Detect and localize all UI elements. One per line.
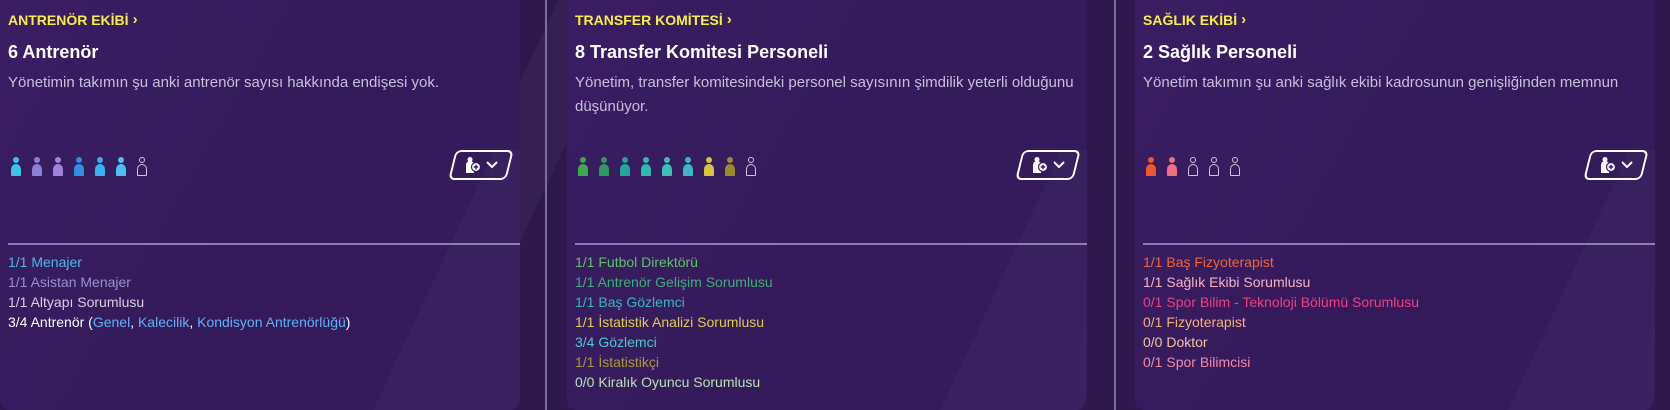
empty-staff-slot-icon[interactable] xyxy=(1229,157,1241,179)
role-label: 0/0 Doktor xyxy=(1143,334,1208,350)
role-label: 1/1 Baş Gözlemci xyxy=(575,294,685,310)
role-row: 1/1 Asistan Menajer xyxy=(8,272,350,292)
staff-member-icon[interactable] xyxy=(52,157,64,179)
staff-member-icon[interactable] xyxy=(619,157,631,179)
staff-member-icon[interactable] xyxy=(115,157,127,179)
role-label: 1/1 Antrenör Gelişim Sorumlusu xyxy=(575,274,773,290)
closing-paren: ) xyxy=(345,314,351,330)
staff-icons xyxy=(10,157,148,179)
board-comment: Yönetimin takımın şu anki antrenör sayıs… xyxy=(8,74,440,91)
role-row: 1/1 Baş Gözlemci xyxy=(575,292,773,312)
role-row: 0/0 Doktor xyxy=(1143,332,1419,352)
staff-member-icon[interactable] xyxy=(1145,157,1157,179)
separator-comma: , xyxy=(130,314,138,330)
role-row: 1/1 İstatistik Analizi Sorumlusu xyxy=(575,312,773,332)
coaching-staff-panel: ANTRENÖR EKİBİ › 6 Antrenör Yönetimin ta… xyxy=(0,0,520,410)
role-label: 1/1 İstatistik Analizi Sorumlusu xyxy=(575,314,765,330)
role-label: 1/1 Asistan Menajer xyxy=(8,274,131,290)
empty-staff-slot-icon[interactable] xyxy=(136,157,148,179)
panel-header-link[interactable]: TRANSFER KOMİTESİ › xyxy=(575,12,1079,28)
staff-count: 6 Antrenör xyxy=(8,42,99,62)
staff-member-icon[interactable] xyxy=(703,157,715,179)
coach-type-link[interactable]: Kondisyon Antrenörlüğü xyxy=(197,314,346,330)
empty-staff-slot-icon[interactable] xyxy=(745,157,757,179)
staff-member-icon[interactable] xyxy=(31,157,43,179)
role-label: 1/1 Baş Fizyoterapist xyxy=(1143,254,1274,270)
role-row: 1/1 Futbol Direktörü xyxy=(575,252,773,272)
chevron-right-icon: › xyxy=(726,11,732,28)
staff-icons xyxy=(1145,157,1241,179)
staff-member-icon[interactable] xyxy=(724,157,736,179)
separator-comma: , xyxy=(189,314,198,330)
staff-member-icon[interactable] xyxy=(598,157,610,179)
chevron-down-icon xyxy=(1053,161,1065,169)
role-label: 0/1 Fizyoterapist xyxy=(1143,314,1246,330)
board-comment: Yönetim takımın şu anki sağlık ekibi kad… xyxy=(1143,74,1619,91)
coach-type-link[interactable]: Genel xyxy=(93,314,130,330)
staff-member-icon[interactable] xyxy=(661,157,673,179)
separator-line xyxy=(8,243,520,245)
role-label: 3/4 Gözlemci xyxy=(575,334,657,350)
role-row: 1/1 Menajer xyxy=(8,252,350,272)
role-label: 0/0 Kiralık Oyuncu Sorumlusu xyxy=(575,374,761,390)
staff-member-icon[interactable] xyxy=(577,157,589,179)
staff-member-icon[interactable] xyxy=(682,157,694,179)
role-row: 3/4 Antrenör (Genel, Kalecilik, Kondisyo… xyxy=(8,312,350,332)
recruitment-staff-panel: TRANSFER KOMİTESİ › 8 Transfer Komitesi … xyxy=(567,0,1087,410)
role-row: 0/1 Spor Bilimcisi xyxy=(1143,352,1419,372)
staff-member-icon[interactable] xyxy=(73,157,85,179)
panel-header-label: TRANSFER KOMİTESİ xyxy=(575,12,723,28)
chevron-down-icon xyxy=(1621,161,1633,169)
role-label: 0/1 Spor Bilimcisi xyxy=(1143,354,1251,370)
chevron-down-icon xyxy=(486,161,498,169)
role-row: 1/1 Altyapı Sorumlusu xyxy=(8,292,350,312)
chevron-right-icon: › xyxy=(1241,11,1247,28)
role-label: 0/1 Spor Bilim - Teknoloji Bölümü Soruml… xyxy=(1143,294,1419,310)
separator-line xyxy=(1143,243,1655,245)
staff-member-icon[interactable] xyxy=(1166,157,1178,179)
add-staff-icon xyxy=(1033,157,1049,173)
chevron-right-icon: › xyxy=(132,11,138,28)
panel-header-label: SAĞLIK EKİBİ xyxy=(1143,12,1238,28)
empty-staff-slot-icon[interactable] xyxy=(1208,157,1220,179)
medical-staff-panel: SAĞLIK EKİBİ › 2 Sağlık Personeli Yöneti… xyxy=(1135,0,1655,410)
role-row: 1/1 Baş Fizyoterapist xyxy=(1143,252,1419,272)
column-divider xyxy=(545,0,547,410)
role-list: 1/1 Futbol Direktörü 1/1 Antrenör Gelişim… xyxy=(575,252,773,392)
role-row: 0/1 Fizyoterapist xyxy=(1143,312,1419,332)
role-row: 1/1 Sağlık Ekibi Sorumlusu xyxy=(1143,272,1419,292)
staff-menu-button[interactable] xyxy=(1015,150,1081,180)
separator-line xyxy=(575,243,1087,245)
role-label: 1/1 İstatistikçi xyxy=(575,354,660,370)
panel-header-link[interactable]: ANTRENÖR EKİBİ › xyxy=(8,12,512,28)
role-label: 1/1 Menajer xyxy=(8,254,82,270)
role-row: 1/1 Antrenör Gelişim Sorumlusu xyxy=(575,272,773,292)
role-row: 1/1 İstatistikçi xyxy=(575,352,773,372)
staff-menu-button[interactable] xyxy=(1583,150,1649,180)
role-label: 1/1 Sağlık Ekibi Sorumlusu xyxy=(1143,274,1311,290)
role-label: 3/4 Antrenör ( xyxy=(8,314,93,330)
role-list: 1/1 Baş Fizyoterapist 1/1 Sağlık Ekibi So… xyxy=(1143,252,1419,372)
board-comment: Yönetim, transfer komitesindeki personel… xyxy=(575,74,1074,115)
staff-member-icon[interactable] xyxy=(10,157,22,179)
role-row: 0/0 Kiralık Oyuncu Sorumlusu xyxy=(575,372,773,392)
role-row: 0/1 Spor Bilim - Teknoloji Bölümü Soruml… xyxy=(1143,292,1419,312)
coach-type-link[interactable]: Kalecilik xyxy=(138,314,189,330)
staff-count: 8 Transfer Komitesi Personeli xyxy=(575,42,829,62)
panel-header-link[interactable]: SAĞLIK EKİBİ › xyxy=(1143,12,1647,28)
add-staff-icon xyxy=(466,157,482,173)
column-divider xyxy=(1114,0,1116,410)
staff-icons xyxy=(577,157,757,179)
staff-count: 2 Sağlık Personeli xyxy=(1143,42,1298,62)
role-list: 1/1 Menajer 1/1 Asistan Menajer 1/1 Altyap… xyxy=(8,252,350,332)
staff-member-icon[interactable] xyxy=(640,157,652,179)
panel-header-label: ANTRENÖR EKİBİ xyxy=(8,12,129,28)
empty-staff-slot-icon[interactable] xyxy=(1187,157,1199,179)
staff-member-icon[interactable] xyxy=(94,157,106,179)
staff-menu-button[interactable] xyxy=(448,150,514,180)
role-label: 1/1 Futbol Direktörü xyxy=(575,254,698,270)
add-staff-icon xyxy=(1601,157,1617,173)
role-label: 1/1 Altyapı Sorumlusu xyxy=(8,294,145,310)
role-row: 3/4 Gözlemci xyxy=(575,332,773,352)
